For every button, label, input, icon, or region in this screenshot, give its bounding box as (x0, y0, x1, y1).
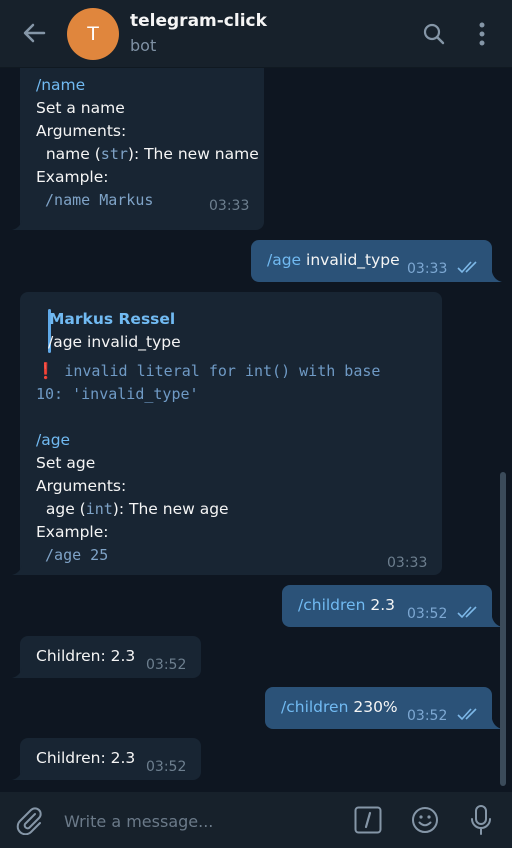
read-check-icon (457, 261, 477, 274)
message-text: /age invalid_type (267, 249, 400, 272)
message-incoming[interactable]: Markus Ressel /age invalid_type ❗ invali… (20, 292, 442, 575)
bubble-tail (12, 668, 22, 678)
message-text: age (int): The new age (36, 498, 229, 521)
message-text: /children 230% (281, 696, 398, 719)
avatar[interactable]: T (67, 8, 119, 60)
paperclip-icon[interactable] (14, 805, 44, 835)
bubble-tail (12, 220, 22, 230)
message-incoming[interactable]: Children: 2.3 03:52 (20, 738, 201, 780)
message-text: Example: (36, 168, 109, 186)
message-text: Set a name (36, 99, 125, 117)
read-check-icon (457, 708, 477, 721)
message-time: 03:33 (209, 198, 250, 214)
reply-text: /age invalid_type (48, 333, 181, 351)
message-text: Children: 2.3 (36, 647, 136, 665)
message-list[interactable]: /name Set a name Arguments: name (str): … (0, 68, 512, 792)
bubble-tail (492, 272, 502, 282)
arg-prefix: name ( (36, 145, 101, 163)
command-link[interactable]: /age (267, 251, 301, 269)
microphone-icon[interactable] (466, 804, 496, 836)
message-text: Example: (36, 523, 109, 541)
chat-header: T telegram-click bot (0, 0, 512, 68)
arrow-left-icon (23, 23, 46, 43)
command-link[interactable]: /name (36, 74, 85, 97)
message-args: 230% (348, 698, 398, 716)
message-input[interactable] (62, 806, 336, 836)
message-text: /children 2.3 (298, 594, 395, 617)
message-time: 03:52 (146, 657, 187, 673)
message-time: 03:33 (387, 555, 428, 571)
read-check-icon (457, 606, 477, 619)
chat-title[interactable]: telegram-click (130, 11, 267, 31)
message-time: 03:52 (407, 708, 448, 724)
slash-command-icon[interactable] (354, 806, 382, 834)
more-options-button[interactable] (470, 20, 494, 48)
exclamation-icon: ❗ (36, 362, 56, 380)
command-link[interactable]: /children (281, 698, 348, 716)
message-text: Set age (36, 454, 96, 472)
message-incoming[interactable]: /name Set a name Arguments: name (str): … (20, 68, 264, 230)
arg-description: ): The new name (127, 145, 259, 163)
example-code: /age 25 (36, 546, 109, 564)
error-text: invalid literal for int() with base (55, 362, 381, 380)
back-button[interactable] (14, 14, 54, 54)
message-incoming[interactable]: Children: 2.3 03:52 (20, 636, 201, 678)
command-link[interactable]: /age (36, 429, 70, 452)
bubble-tail (12, 565, 22, 575)
search-button[interactable] (420, 20, 448, 48)
chat-status: bot (130, 36, 157, 55)
message-composer (0, 792, 512, 848)
message-text: Children: 2.3 (36, 749, 136, 767)
more-vertical-icon (479, 22, 485, 46)
arg-type: str (100, 145, 128, 163)
command-link[interactable]: /children (298, 596, 365, 614)
message-outgoing[interactable]: /age invalid_type 03:33 (251, 240, 492, 282)
message-args: invalid_type (301, 251, 400, 269)
message-outgoing[interactable]: /children 2.3 03:52 (282, 585, 492, 627)
message-time: 03:52 (146, 759, 187, 775)
message-time: 03:33 (407, 261, 448, 277)
reply-author[interactable]: Markus Ressel (49, 308, 175, 331)
error-line: ❗ invalid literal for int() with base (36, 360, 380, 383)
scrollbar[interactable] (500, 472, 506, 786)
arg-type: int (85, 500, 113, 518)
arg-prefix: age ( (36, 500, 86, 518)
message-time: 03:52 (407, 606, 448, 622)
message-text: Arguments: (36, 122, 127, 140)
message-text: Arguments: (36, 477, 127, 495)
emoji-icon[interactable] (410, 805, 440, 835)
bubble-tail (12, 770, 22, 780)
example-code: /name Markus (36, 191, 154, 209)
arg-description: ): The new age (112, 500, 229, 518)
message-args: 2.3 (365, 596, 395, 614)
error-text: 10: 'invalid_type' (36, 385, 199, 403)
message-outgoing[interactable]: /children 230% 03:52 (265, 687, 492, 729)
search-icon (423, 23, 445, 45)
message-text: name (str): The new name (36, 143, 259, 166)
